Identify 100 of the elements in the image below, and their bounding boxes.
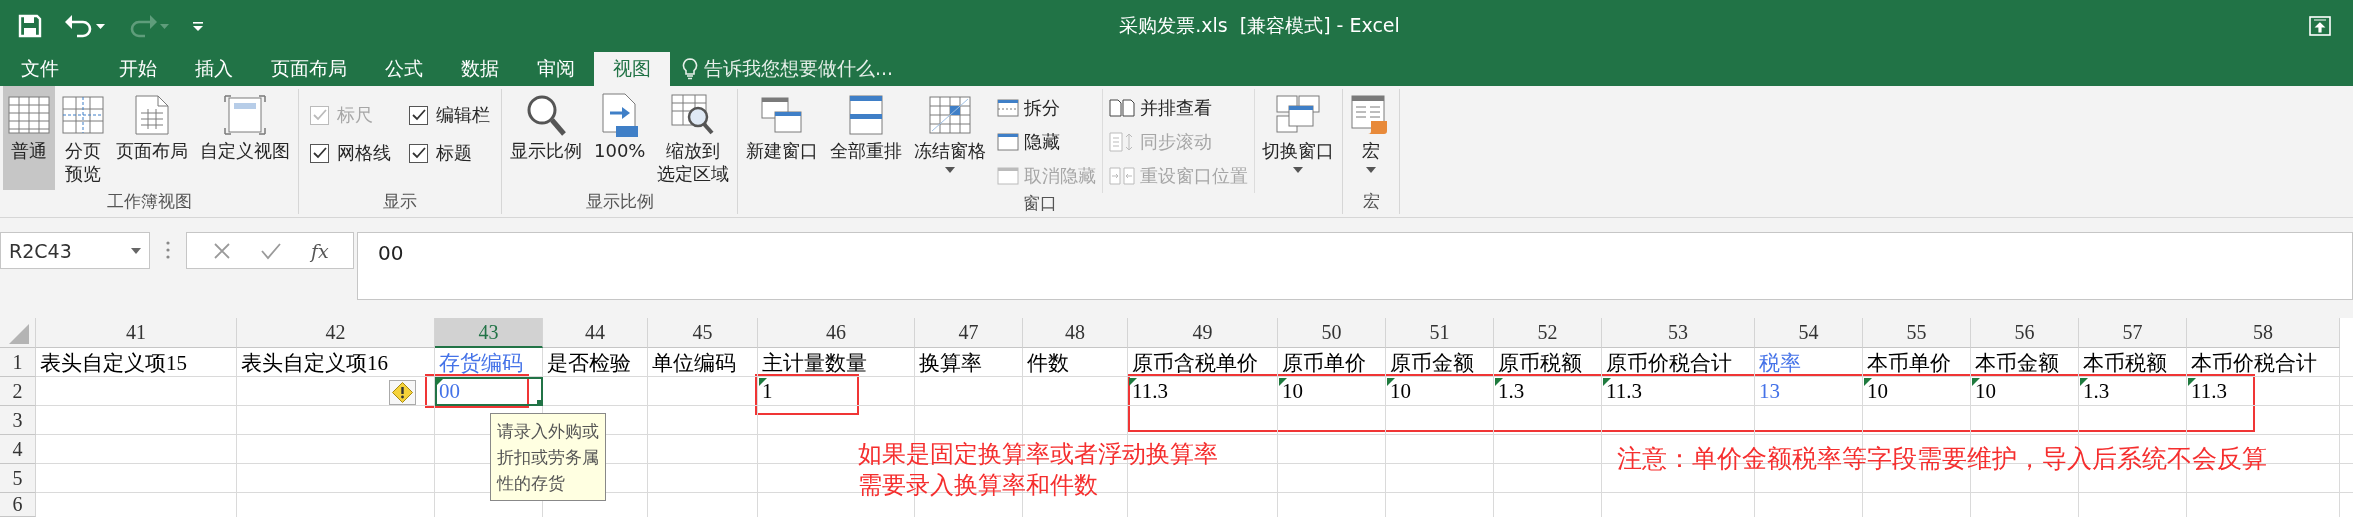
ribbon-button[interactable]: 全部重排 bbox=[825, 86, 908, 190]
group-label: 宏 bbox=[1361, 190, 1381, 214]
row-header[interactable]: 5 bbox=[0, 464, 36, 493]
table-cell[interactable]: 1.3 bbox=[2079, 377, 2187, 406]
column-header[interactable]: 58 bbox=[2187, 318, 2340, 348]
column-header[interactable]: 56 bbox=[1971, 318, 2079, 348]
table-cell[interactable]: 11.3 bbox=[1128, 377, 1278, 406]
table-cell[interactable]: 00 bbox=[435, 377, 543, 406]
column-header[interactable]: 53 bbox=[1602, 318, 1755, 348]
column-header[interactable]: 41 bbox=[36, 318, 237, 348]
table-cell[interactable]: 本币金额 bbox=[1971, 348, 2079, 377]
column-header[interactable]: 43 bbox=[435, 318, 543, 348]
checkbox[interactable]: 标题 bbox=[409, 141, 490, 165]
table-cell[interactable]: 原币金额 bbox=[1386, 348, 1494, 377]
cancel-icon[interactable] bbox=[213, 241, 231, 260]
column-header[interactable]: 45 bbox=[648, 318, 758, 348]
table-cell[interactable]: 11.3 bbox=[1602, 377, 1755, 406]
column-header[interactable]: 55 bbox=[1863, 318, 1971, 348]
ribbon-button[interactable]: 缩放到选定区域 bbox=[652, 86, 735, 190]
search-field[interactable]: 告诉我您想要做什么... bbox=[704, 56, 894, 82]
column-header[interactable]: 57 bbox=[2079, 318, 2187, 348]
ribbon-tab[interactable]: 审阅 bbox=[518, 52, 594, 86]
table-cell[interactable]: 原币单价 bbox=[1278, 348, 1386, 377]
ribbon-tab[interactable]: 插入 bbox=[176, 52, 252, 86]
row-header[interactable]: 6 bbox=[0, 493, 36, 517]
ribbon-button[interactable]: 自定义视图 bbox=[195, 86, 295, 190]
table-cell[interactable]: 单位编码 bbox=[648, 348, 758, 377]
table-cell[interactable]: 表头自定义项16 bbox=[237, 348, 435, 377]
ribbon-button[interactable]: 宏 bbox=[1346, 86, 1397, 190]
column-header[interactable]: 52 bbox=[1494, 318, 1602, 348]
table-cell[interactable]: 本币价税合计 bbox=[2187, 348, 2340, 377]
split-pane-icon bbox=[997, 99, 1020, 117]
column-header[interactable]: 46 bbox=[758, 318, 915, 348]
annotation-text: 注意：单价金额税率等字段需要维护，导入后系统不会反算 bbox=[1617, 443, 2267, 474]
table-cell[interactable]: 换算率 bbox=[915, 348, 1023, 377]
column-header[interactable]: 42 bbox=[237, 318, 435, 348]
table-cell[interactable]: 是否检验 bbox=[543, 348, 648, 377]
column-header[interactable]: 51 bbox=[1386, 318, 1494, 348]
table-cell[interactable]: 原币含税单价 bbox=[1128, 348, 1278, 377]
ribbon-tab[interactable]: 文件 bbox=[2, 52, 78, 86]
customize-icon[interactable] bbox=[192, 20, 204, 32]
table-cell[interactable]: 本币单价 bbox=[1863, 348, 1971, 377]
pages-arrows-icon bbox=[1109, 166, 1136, 186]
ribbon-tab[interactable]: 数据 bbox=[442, 52, 518, 86]
name-box[interactable]: R2C43 bbox=[0, 232, 150, 269]
ribbon-button[interactable]: 冻结窗格 bbox=[909, 86, 992, 190]
row-header[interactable]: 4 bbox=[0, 435, 36, 464]
column-header[interactable]: 49 bbox=[1128, 318, 1278, 348]
tooltip: 请录入外购或折扣或劳务属性的存货 bbox=[490, 413, 606, 501]
ribbon-button[interactable]: 页面布局 bbox=[111, 86, 193, 190]
column-header[interactable]: 50 bbox=[1278, 318, 1386, 348]
ribbon-display-icon[interactable] bbox=[2309, 16, 2331, 36]
table-cell[interactable]: 1 bbox=[758, 377, 915, 406]
ribbon-tab[interactable]: 页面布局 bbox=[252, 52, 366, 86]
table-cell[interactable]: 13 bbox=[1755, 377, 1863, 406]
table-cell[interactable]: 本币税额 bbox=[2079, 348, 2187, 377]
ribbon-button[interactable]: 切换窗口 bbox=[1257, 86, 1340, 190]
save-icon[interactable] bbox=[18, 14, 42, 38]
table-cell[interactable]: 原币价税合计 bbox=[1602, 348, 1755, 377]
table-cell[interactable]: 表头自定义项15 bbox=[36, 348, 237, 377]
table-cell[interactable]: 原币税额 bbox=[1494, 348, 1602, 377]
ribbon-button[interactable]: 普通 bbox=[3, 86, 55, 190]
table-cell[interactable]: 1.3 bbox=[1494, 377, 1602, 406]
undo-icon[interactable] bbox=[64, 14, 106, 38]
table-cell[interactable]: 税率 bbox=[1755, 348, 1863, 377]
table-cell[interactable]: 10 bbox=[1278, 377, 1386, 406]
column-header[interactable]: 47 bbox=[915, 318, 1023, 348]
select-all-corner[interactable] bbox=[0, 318, 36, 348]
ribbon-button[interactable]: 新建窗口 bbox=[741, 86, 824, 190]
table-cell[interactable]: 10 bbox=[1971, 377, 2079, 406]
table-cell[interactable]: 主计量数量 bbox=[758, 348, 915, 377]
ribbon-button[interactable]: 拆分 bbox=[997, 91, 1097, 125]
ribbon-button[interactable]: 显示比例 bbox=[505, 86, 587, 190]
table-cell[interactable]: 存货编码 bbox=[435, 348, 543, 377]
column-header[interactable]: 44 bbox=[543, 318, 648, 348]
row-header[interactable]: 1 bbox=[0, 348, 36, 377]
checkbox[interactable]: 网格线 bbox=[310, 141, 391, 165]
ribbon-button[interactable]: 分页预览 bbox=[57, 86, 109, 190]
tick-icon[interactable] bbox=[261, 241, 281, 260]
insert-function-button[interactable]: fx bbox=[311, 239, 329, 262]
drag-handle-icon[interactable] bbox=[166, 241, 170, 259]
table-cell[interactable]: 10 bbox=[1863, 377, 1971, 406]
row-header[interactable]: 2 bbox=[0, 377, 36, 406]
window-frame-icon bbox=[224, 95, 266, 135]
column-header[interactable]: 54 bbox=[1755, 318, 1863, 348]
ribbon-tab[interactable]: 视图 bbox=[594, 52, 670, 86]
ribbon-button[interactable]: 并排查看 bbox=[1109, 91, 1249, 125]
table-cell[interactable]: 11.3 bbox=[2187, 377, 2340, 406]
ribbon-button[interactable]: 隐藏 bbox=[997, 125, 1097, 159]
formula-field[interactable]: 00 bbox=[357, 232, 2353, 300]
ribbon-tab[interactable]: 开始 bbox=[100, 52, 176, 86]
warning-icon[interactable] bbox=[389, 380, 416, 405]
checkbox[interactable]: 编辑栏 bbox=[409, 103, 490, 127]
column-header[interactable]: 48 bbox=[1023, 318, 1128, 348]
ribbon-tab[interactable]: 公式 bbox=[366, 52, 442, 86]
row-header[interactable]: 3 bbox=[0, 406, 36, 435]
ribbon-button[interactable]: 100% bbox=[589, 86, 651, 190]
table-cell[interactable]: 10 bbox=[1386, 377, 1494, 406]
fill-handle[interactable] bbox=[537, 400, 543, 406]
table-cell[interactable]: 件数 bbox=[1023, 348, 1128, 377]
